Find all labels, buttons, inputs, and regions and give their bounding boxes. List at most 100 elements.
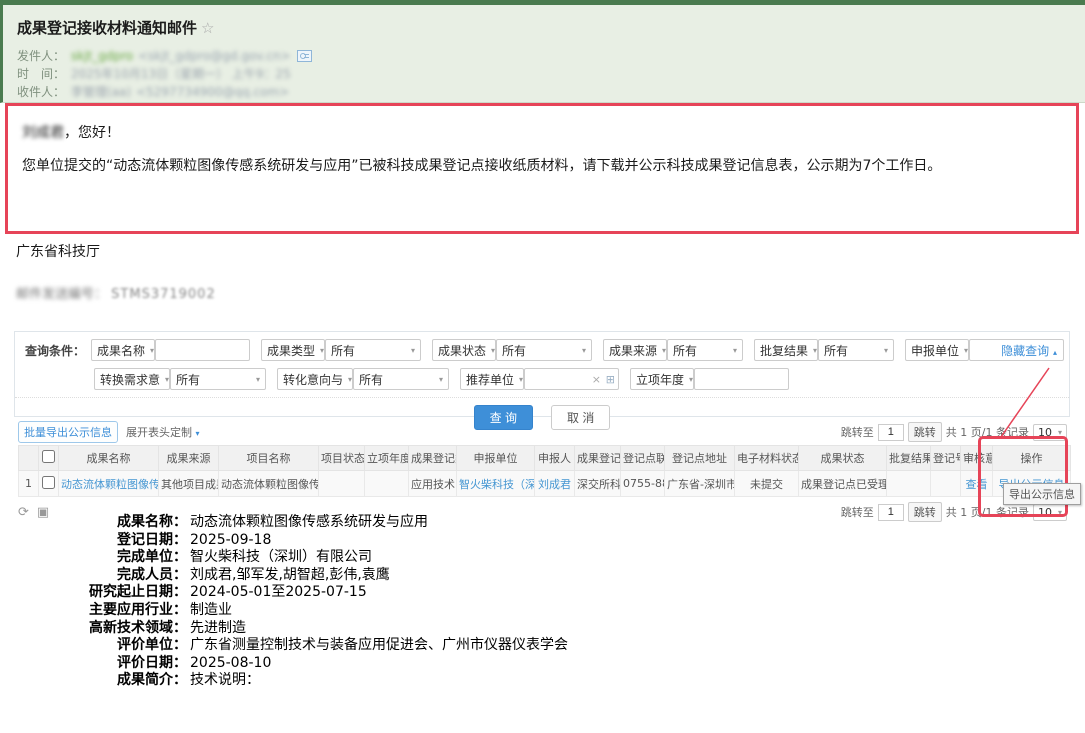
cell-approval xyxy=(887,471,931,497)
query-panel: 隐藏查询 ▴ 查询条件： 成果名称▾ 成果类型▾ 所有▾ 成果状态▾ 所有▾ 成… xyxy=(14,331,1070,417)
refresh-icon[interactable]: ⟳ xyxy=(18,505,29,520)
cell-reg-point: 深交所科技... xyxy=(575,471,621,497)
detail-row: 高新技术领域：先进制造 xyxy=(75,620,568,638)
detail-row: 完成人员：刘成君,邹军发,胡智超,彭伟,袁鹰 xyxy=(75,567,568,585)
project-year-input[interactable] xyxy=(694,368,789,390)
record-count-label: 共 1 页/1 条记录 xyxy=(946,424,1029,440)
page-size-select[interactable]: 10▾ xyxy=(1033,504,1067,521)
jump-button[interactable]: 跳转 xyxy=(908,422,942,442)
chevron-down-icon: ▾ xyxy=(1058,508,1062,517)
jump-button[interactable]: 跳转 xyxy=(908,502,942,522)
col-reg-address: 登记点地址 xyxy=(665,446,735,471)
field-select-transform-intent[interactable]: 转化意向与▾ xyxy=(277,368,353,390)
col-declare-person: 申报人 xyxy=(535,446,575,471)
col-project-year: 立项年度 xyxy=(365,446,409,471)
result-source-value-select[interactable]: 所有▾ xyxy=(667,339,743,361)
cell-project: 动态流体颗粒图像传感... xyxy=(219,471,319,497)
to-address: <5297734900@qq.com> xyxy=(136,83,289,101)
field-select-result-name[interactable]: 成果名称▾ xyxy=(91,339,155,361)
results-table-area: 批量导出公示信息 展开表头定制 ▾ 跳转至 跳转 共 1 页/1 条记录 10▾… xyxy=(18,422,1067,522)
clear-icon[interactable]: × xyxy=(592,373,601,386)
mailno-value: STMS3719002 xyxy=(111,287,216,302)
row-seq: 1 xyxy=(19,471,39,497)
col-project-status: 项目状态 xyxy=(319,446,365,471)
batch-export-button[interactable]: 批量导出公示信息 xyxy=(18,421,118,443)
declare-org-link[interactable]: 智火柴科技（深圳）有... xyxy=(459,478,535,491)
col-approval-result: 批复结果 xyxy=(887,446,931,471)
result-detail-list: 成果名称：动态流体颗粒图像传感系统研发与应用 登记日期：2025-09-18 完… xyxy=(75,514,568,690)
jump-to-label: 跳转至 xyxy=(841,424,874,440)
jump-to-label: 跳转至 xyxy=(841,504,874,520)
page-jump-input[interactable] xyxy=(878,504,904,521)
page-jump-input[interactable] xyxy=(878,424,904,441)
email-time-row: 时 间： 2025年10月13日（星期一） 上午9：25 xyxy=(17,65,1069,83)
col-reg-point: 成果登记点 xyxy=(575,446,621,471)
cell-year xyxy=(365,471,409,497)
detail-row: 完成单位：智火柴科技（深圳）有限公司 xyxy=(75,549,568,567)
cell-address: 广东省-深圳市 xyxy=(665,471,735,497)
email-subject-text: 成果登记接收材料通知邮件 xyxy=(17,19,197,37)
field-select-result-type[interactable]: 成果类型▾ xyxy=(261,339,325,361)
table-toolbar: 批量导出公示信息 展开表头定制 ▾ 跳转至 跳转 共 1 页/1 条记录 10▾ xyxy=(18,422,1067,442)
chevron-down-icon: ▾ xyxy=(662,346,666,355)
chevron-down-icon: ▾ xyxy=(256,375,260,384)
contact-card-icon[interactable] xyxy=(297,50,312,62)
email-body-annotation-box: 刘成君，您好！ 您单位提交的“动态流体颗粒图像传感系统研发与应用”已被科技成果登… xyxy=(5,103,1079,234)
time-value: 2025年10月13日（星期一） 上午9：25 xyxy=(71,65,291,83)
table-header-row: 成果名称 成果来源 项目名称 项目状态 立项年度 成果登记类型 申报单位 申报人… xyxy=(19,446,1071,471)
row-checkbox[interactable] xyxy=(42,476,55,489)
recommend-org-input[interactable] xyxy=(524,368,619,390)
col-result-status: 成果状态 xyxy=(799,446,887,471)
from-address: <skjt_gdpro@gd.gov.cn> xyxy=(138,47,290,65)
detail-row: 成果简介：技术说明： xyxy=(75,672,568,690)
from-name[interactable]: skjt_gdpro xyxy=(71,47,133,65)
field-select-recommend-org[interactable]: 推荐单位▾ xyxy=(460,368,524,390)
cell-reg-no xyxy=(931,471,961,497)
pagination-top: 跳转至 跳转 共 1 页/1 条记录 10▾ xyxy=(841,422,1067,442)
greeting-name: 刘成君 xyxy=(22,125,64,141)
record-count-label: 共 1 页/1 条记录 xyxy=(946,504,1029,520)
cell-status: 成果登记点已受理材料 xyxy=(799,471,887,497)
field-select-approval-result[interactable]: 批复结果▾ xyxy=(754,339,818,361)
result-name-input[interactable] xyxy=(155,339,250,361)
pagination-bottom: 跳转至 跳转 共 1 页/1 条记录 10▾ xyxy=(841,502,1067,522)
email-body-text: 您单位提交的“动态流体颗粒图像传感系统研发与应用”已被科技成果登记点接收纸质材料… xyxy=(22,155,1062,177)
expand-header-link[interactable]: 展开表头定制 ▾ xyxy=(126,424,200,440)
email-to-row: 收件人： 李管理(aa) <5297734900@qq.com> xyxy=(17,83,1069,101)
transfer-demand-value-select[interactable]: 所有▾ xyxy=(170,368,266,390)
transform-intent-value-select[interactable]: 所有▾ xyxy=(353,368,449,390)
result-name-link[interactable]: 动态流体颗粒图像传感... xyxy=(61,478,159,491)
col-result-source: 成果来源 xyxy=(159,446,219,471)
hide-query-link[interactable]: 隐藏查询 ▴ xyxy=(1001,342,1057,359)
star-icon[interactable]: ☆ xyxy=(201,19,214,37)
seq-header xyxy=(19,446,39,471)
picker-icon[interactable]: ⊞ xyxy=(606,373,615,386)
review-link[interactable]: 查看 xyxy=(966,478,988,491)
page-size-select[interactable]: 10▾ xyxy=(1033,424,1067,441)
field-select-project-year[interactable]: 立项年度▾ xyxy=(630,368,694,390)
field-select-result-source[interactable]: 成果来源▾ xyxy=(603,339,667,361)
chevron-down-icon: ▾ xyxy=(439,375,443,384)
detail-row: 评价单位：广东省测量控制技术与装备应用促进会、广州市仪器仪表学会 xyxy=(75,637,568,655)
col-reg-no: 登记号 xyxy=(931,446,961,471)
approval-result-value-select[interactable]: 所有▾ xyxy=(818,339,894,361)
detail-row: 评价日期：2025-08-10 xyxy=(75,655,568,673)
col-review: 审核意见 xyxy=(961,446,993,471)
chevron-down-icon: ▾ xyxy=(733,346,737,355)
result-type-value-select[interactable]: 所有▾ xyxy=(325,339,421,361)
field-select-declare-org[interactable]: 申报单位▾ xyxy=(905,339,969,361)
select-all-checkbox[interactable] xyxy=(42,450,55,463)
grid-view-icon[interactable]: ▣ xyxy=(37,505,49,520)
result-status-value-select[interactable]: 所有▾ xyxy=(496,339,592,361)
field-select-result-status[interactable]: 成果状态▾ xyxy=(432,339,496,361)
col-declare-org: 申报单位 xyxy=(457,446,535,471)
chevron-down-icon: ▾ xyxy=(150,346,154,355)
results-table: 成果名称 成果来源 项目名称 项目状态 立项年度 成果登记类型 申报单位 申报人… xyxy=(18,445,1071,497)
to-name[interactable]: 李管理(aa) xyxy=(71,83,131,101)
chevron-down-icon: ▾ xyxy=(519,375,523,384)
chevron-down-icon: ▾ xyxy=(1058,428,1062,437)
declare-person-link[interactable]: 刘成君 xyxy=(538,478,571,491)
email-from-row: 发件人： skjt_gdpro <skjt_gdpro@gd.gov.cn> xyxy=(17,47,1069,65)
field-select-transfer-demand[interactable]: 转换需求意▾ xyxy=(94,368,170,390)
chevron-down-icon: ▾ xyxy=(411,346,415,355)
